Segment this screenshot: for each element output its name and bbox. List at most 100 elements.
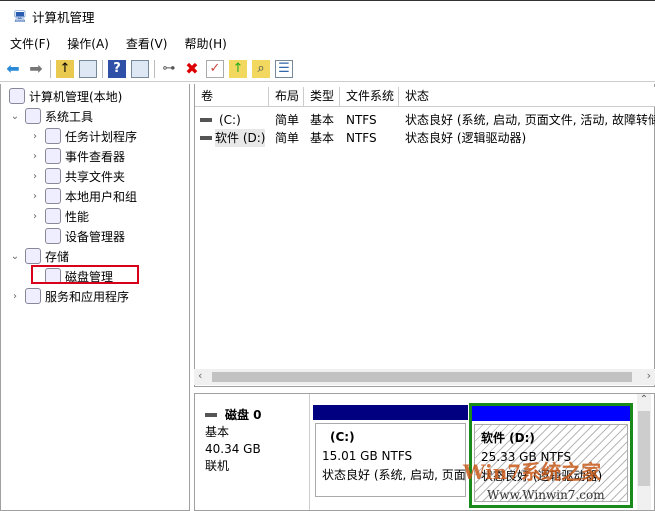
properties-icon[interactable]: ✓ <box>206 59 224 78</box>
connect-drive-icon[interactable]: ⊶ <box>160 60 178 78</box>
tree-item-label: 性能 <box>65 209 90 224</box>
storage-icon <box>25 248 41 264</box>
disk-name: 磁盘 0 <box>225 408 262 422</box>
expand-chevron-icon[interactable]: › <box>29 131 41 142</box>
disk-type: 基本 <box>205 425 230 439</box>
volume-cell-fs[interactable]: NTFS <box>346 111 377 129</box>
tree-item[interactable]: › 服务和应用程序 <box>9 286 129 306</box>
column-header-type[interactable]: 类型 <box>304 87 340 107</box>
expand-chevron-icon[interactable]: › <box>29 171 41 182</box>
horizontal-scrollbar[interactable]: ‹ › <box>194 369 655 385</box>
toolbar-divider <box>102 59 103 78</box>
computer-management-icon: 🖥 <box>13 10 27 23</box>
menu-file[interactable]: 文件(F) <box>10 35 50 52</box>
tree-item-label: 系统工具 <box>45 109 94 124</box>
back-icon[interactable]: ⬅ <box>4 59 22 78</box>
event-viewer-icon <box>45 148 61 164</box>
column-header-filesystem[interactable]: 文件系统 <box>340 87 399 107</box>
tree-item[interactable]: › 共享文件夹 <box>29 166 125 186</box>
disk-size: 40.34 GB <box>205 442 261 456</box>
volume-cell-name[interactable]: (C:) <box>219 111 241 129</box>
tree-item[interactable]: ⌄ 存储 <box>9 246 69 266</box>
vertical-scrollbar[interactable]: ⌃ <box>637 394 651 510</box>
expand-chevron-icon[interactable]: › <box>29 211 41 222</box>
watermark-url: Www.Winwin7.com <box>487 488 605 502</box>
device-manager-icon <box>45 228 61 244</box>
tree-item[interactable]: › 事件查看器 <box>29 146 125 166</box>
menu-help[interactable]: 帮助(H) <box>184 35 226 52</box>
computer-management-icon <box>9 88 25 104</box>
tree-item-label: 本地用户和组 <box>65 189 138 204</box>
partition-size: 15.01 GB NTFS <box>322 449 413 463</box>
partition-label: (C:) <box>330 430 355 444</box>
expand-chevron-icon[interactable]: › <box>9 291 21 302</box>
volume-cell-fs[interactable]: NTFS <box>346 129 377 147</box>
partition-c[interactable]: (C:) 15.01 GB NTFS 状态良好 (系统, 启动, 页面文件, 活… <box>313 405 468 500</box>
show-action-pane-icon[interactable] <box>131 59 149 78</box>
menu-action[interactable]: 操作(A) <box>67 35 109 52</box>
clock-icon <box>45 128 61 144</box>
toolbar-divider <box>50 59 51 78</box>
scroll-up-icon[interactable]: ⌃ <box>637 394 651 405</box>
menu-view[interactable]: 查看(V) <box>126 35 168 52</box>
tools-icon <box>25 108 41 124</box>
find-icon[interactable]: ⌕ <box>252 59 270 78</box>
volume-icon <box>200 118 212 122</box>
help-icon[interactable]: ? <box>108 59 126 78</box>
export-icon[interactable]: ↑ <box>229 59 247 78</box>
show-hide-tree-icon[interactable] <box>79 59 97 78</box>
volume-cell-name[interactable]: 软件 (D:) <box>215 129 266 147</box>
tree-item-label: 共享文件夹 <box>65 169 126 184</box>
disk-management-selection-outline <box>31 265 139 284</box>
column-header-status[interactable]: 状态 <box>399 87 655 107</box>
list-view-icon[interactable]: ☰ <box>275 59 293 78</box>
disk-icon <box>205 412 217 417</box>
shared-folder-icon <box>45 168 61 184</box>
services-icon <box>25 288 41 304</box>
disk-state: 联机 <box>205 459 230 473</box>
tree-item-label: 服务和应用程序 <box>45 289 130 304</box>
tree-item[interactable]: › 任务计划程序 <box>29 126 137 146</box>
toolbar: ⬅ ➡ ↑ ? ⊶ ✖ ✓ ↑ ⌕ ☰ <box>0 56 655 82</box>
expand-chevron-icon[interactable]: › <box>29 151 41 162</box>
up-folder-icon[interactable]: ↑ <box>56 59 74 78</box>
expand-chevron-icon[interactable]: ⌄ <box>9 111 21 122</box>
tree-item[interactable]: 计算机管理(本地) <box>5 86 122 106</box>
tree-item-label: 计算机管理(本地) <box>29 89 123 104</box>
disk-header: 磁盘 0 <box>205 406 262 423</box>
expand-chevron-icon[interactable]: ⌄ <box>9 251 21 262</box>
column-header-volume[interactable]: 卷 <box>195 87 269 107</box>
scrollbar-thumb[interactable] <box>212 372 632 382</box>
partition-bar <box>313 405 468 420</box>
performance-icon <box>45 208 61 224</box>
expand-chevron-icon[interactable]: › <box>29 191 41 202</box>
tree-item-label: 存储 <box>45 249 70 264</box>
volume-cell-type[interactable]: 基本 <box>310 129 334 147</box>
column-header-layout[interactable]: 布局 <box>269 87 304 107</box>
scroll-right-icon[interactable]: › <box>647 369 651 382</box>
watermark-logo: Win7系统之家 <box>463 460 602 484</box>
users-icon <box>45 188 61 204</box>
scroll-left-icon[interactable]: ‹ <box>198 369 202 382</box>
title-bar: 🖥 计算机管理 <box>0 0 655 32</box>
volume-cell-status[interactable]: 状态良好 (逻辑驱动器) <box>405 129 526 147</box>
partition-bar <box>472 406 630 421</box>
disk-graphical-view: 磁盘 0 基本 40.34 GB 联机 (C:) 15.01 GB NTFS 状… <box>194 393 655 511</box>
tree-item[interactable]: › 本地用户和组 <box>29 186 137 206</box>
forward-icon[interactable]: ➡ <box>27 59 45 78</box>
window-title: 计算机管理 <box>32 10 95 25</box>
volume-cell-layout[interactable]: 简单 <box>275 129 299 147</box>
volume-cell-layout[interactable]: 简单 <box>275 111 299 129</box>
tree-item[interactable]: ⌄ 系统工具 <box>9 106 93 126</box>
partition-status: 状态良好 (系统, 启动, 页面文件, 活动, 故障转储, 主分区) <box>322 468 466 482</box>
volume-list: 卷 布局 类型 文件系统 状态 (C:) 简单 基本 NTFS 状态良好 (系统, 启动… <box>194 84 655 387</box>
volume-cell-type[interactable]: 基本 <box>310 111 334 129</box>
partition-body[interactable]: (C:) 15.01 GB NTFS 状态良好 (系统, 启动, 页面文件, 活… <box>315 423 466 497</box>
partition-label: 软件 (D:) <box>481 431 535 445</box>
volume-cell-status[interactable]: 状态良好 (系统, 启动, 页面文件, 活动, 故障转储 <box>405 111 655 129</box>
tree-item-label: 设备管理器 <box>65 229 126 244</box>
delete-icon[interactable]: ✖ <box>183 59 201 78</box>
scrollbar-thumb[interactable] <box>638 411 650 486</box>
tree-item[interactable]: 设备管理器 <box>29 226 125 246</box>
tree-item[interactable]: › 性能 <box>29 206 89 226</box>
